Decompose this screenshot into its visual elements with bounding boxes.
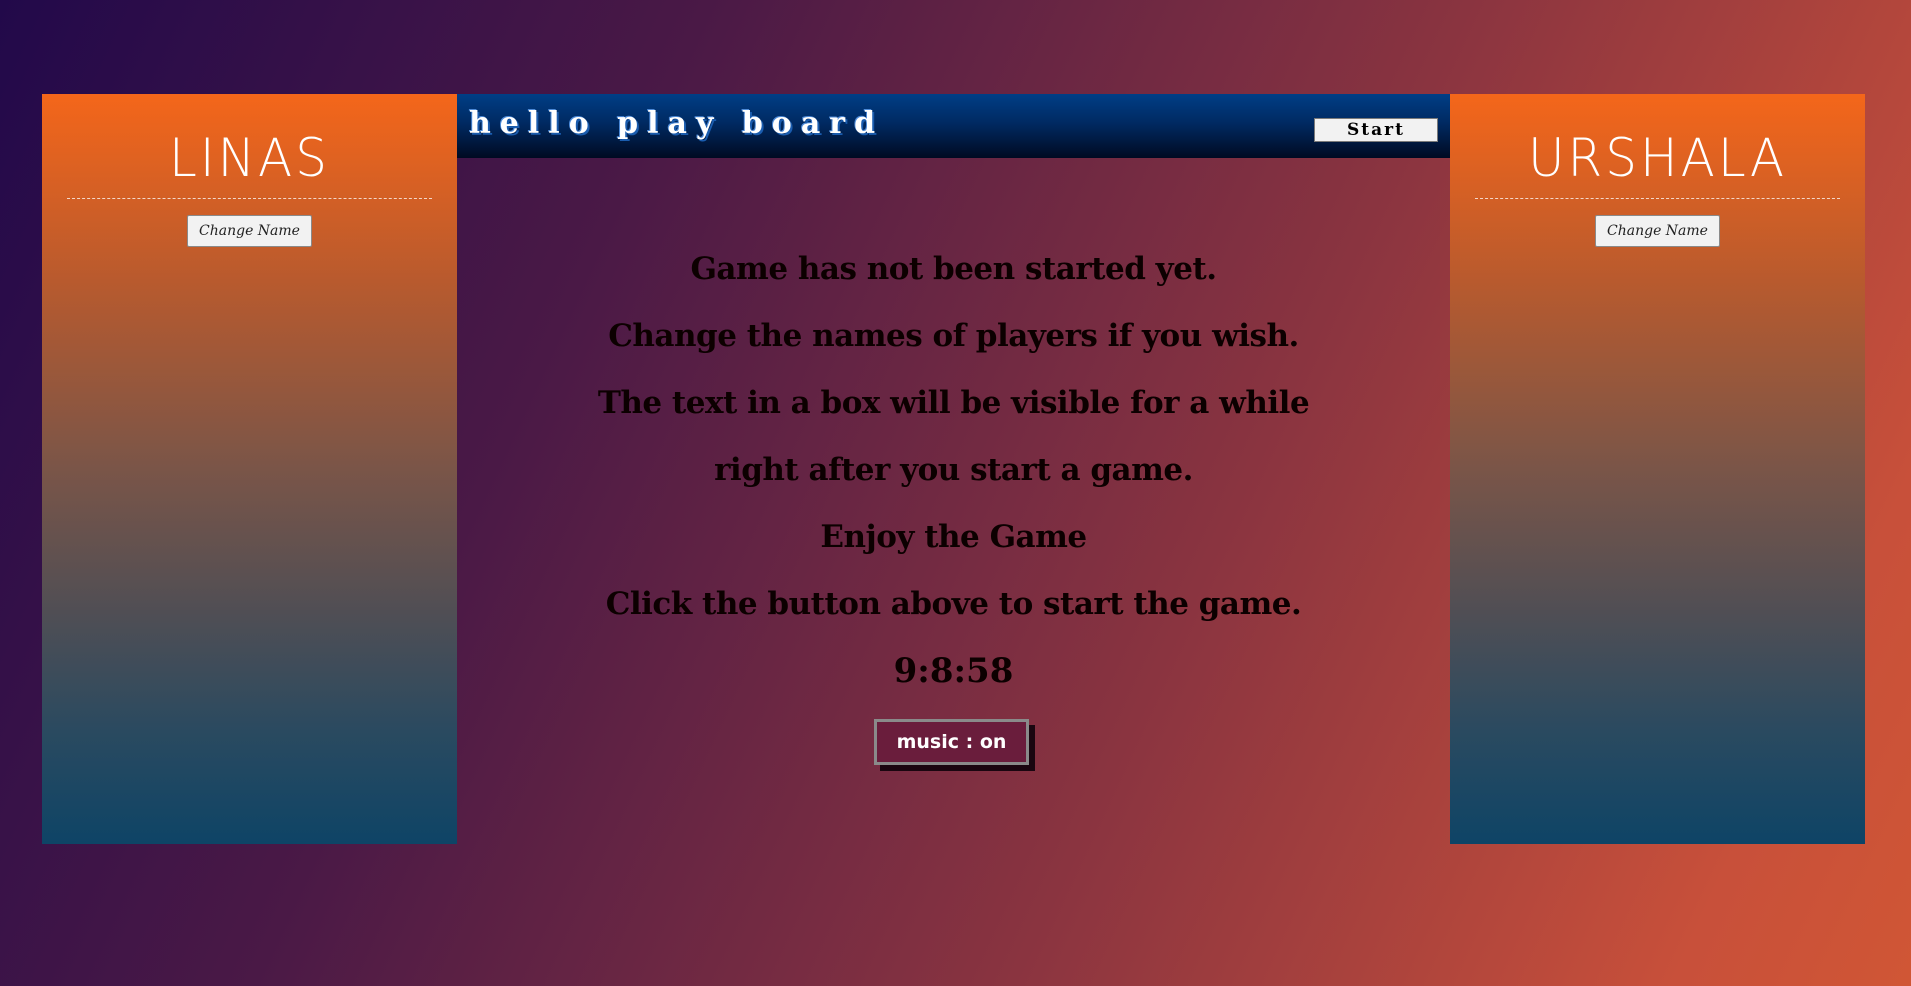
message-line: Click the button above to start the game… [605,586,1302,622]
start-button[interactable]: Start [1314,118,1438,142]
game-timer: 9:8:58 [893,651,1014,691]
player-one-name: LINAS [169,127,330,189]
play-board: hello play board Start Game has not been… [457,94,1450,844]
music-toggle-button[interactable]: music : on [874,719,1029,765]
message-line: Game has not been started yet. [690,251,1217,287]
player-one-divider [67,198,432,199]
board-title: hello play board [469,106,885,141]
board-header: hello play board Start [457,94,1450,158]
player-two-panel: URSHALA Change Name [1450,94,1865,844]
board-messages: Game has not been started yet. Change th… [457,236,1450,765]
message-line: The text in a box will be visible for a … [597,385,1310,421]
player-two-change-name-button[interactable]: Change Name [1595,215,1720,247]
message-line: Enjoy the Game [820,519,1087,555]
message-line: right after you start a game. [714,452,1193,488]
player-two-name: URSHALA [1527,127,1788,189]
player-one-panel: LINAS Change Name [42,94,457,844]
player-one-change-name-button[interactable]: Change Name [187,215,312,247]
message-line: Change the names of players if you wish. [608,318,1299,354]
player-two-divider [1475,198,1840,199]
